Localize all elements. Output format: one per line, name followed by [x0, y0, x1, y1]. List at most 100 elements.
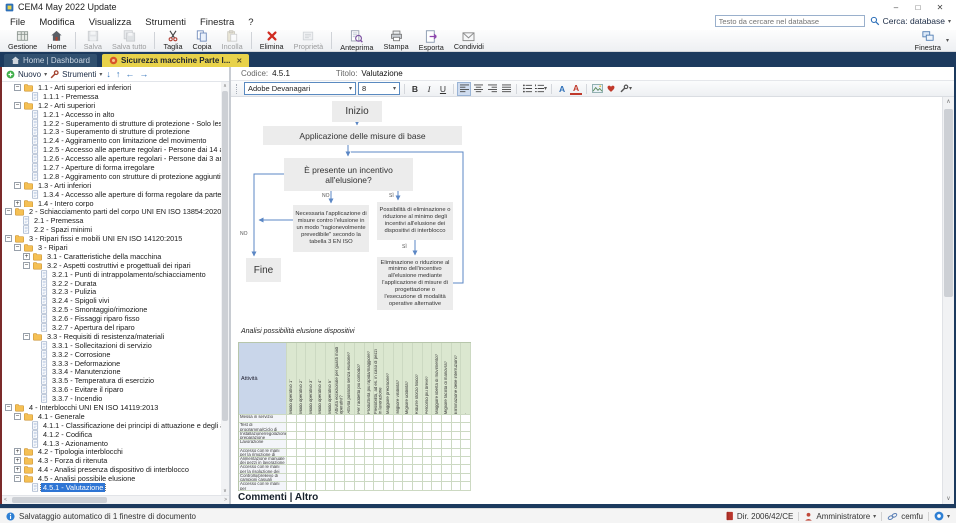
menu-item-modifica[interactable]: Modifica — [32, 15, 81, 30]
toolbar-button-gestione[interactable]: Gestione — [3, 30, 42, 51]
highlight-color-button[interactable]: A — [570, 83, 582, 95]
tab-sicurezza-macchine-parte-i[interactable]: Sicurezza macchine Parte I... ✕ — [102, 54, 249, 67]
bold-button[interactable]: B — [409, 83, 421, 95]
menu-item-strumenti[interactable]: Strumenti — [138, 15, 193, 30]
tree-item[interactable]: 2.2 - Spazi minimi — [2, 225, 221, 234]
toolbar-button-copia[interactable]: Copia — [188, 30, 217, 51]
menu-item-finestra[interactable]: Finestra — [193, 15, 241, 30]
tree-item[interactable]: 1.3.4 - Accesso alle aperture di forma r… — [2, 190, 221, 199]
tree-item[interactable]: 4.1.3 - Azionamento — [2, 439, 221, 448]
scroll-up-icon[interactable]: ∧ — [943, 98, 954, 106]
insert-symbol-button[interactable] — [605, 83, 617, 95]
tree-item[interactable]: 1.2.6 - Accesso alle aperture regolari -… — [2, 154, 221, 163]
tree-item[interactable]: 3.2.3 - Pulizia — [2, 287, 221, 296]
font-size-select[interactable]: 8 ▾ — [358, 82, 400, 95]
move-left-button[interactable]: ← — [124, 69, 135, 79]
font-color-button[interactable]: A — [556, 83, 568, 95]
tree-item[interactable]: + 4.3 - Forza di ritenuta — [2, 456, 221, 465]
tree-item[interactable]: + 3.1 - Caratteristiche della macchina — [2, 252, 221, 261]
tree-item[interactable]: − 4 - Interblocchi UNI EN ISO 14119:2013 — [2, 403, 221, 412]
tree-item[interactable]: 4.1.1 - Classificazione dei principi di … — [2, 421, 221, 430]
expand-icon[interactable]: + — [14, 457, 21, 464]
scroll-left-icon[interactable]: < — [4, 496, 7, 504]
tree-item[interactable]: 1.2.8 - Aggiramento con strutture di pro… — [2, 172, 221, 181]
expand-icon[interactable]: + — [23, 253, 30, 260]
move-up-button[interactable]: ↑ — [115, 69, 122, 79]
collapse-icon[interactable]: − — [14, 413, 21, 420]
bullet-list-button[interactable] — [521, 83, 533, 95]
tree-item[interactable]: − 1.2 - Arti superiori — [2, 101, 221, 110]
tree-item[interactable]: 1.1.1 - Premessa — [2, 92, 221, 101]
toolbar-button-anteprima[interactable]: Anteprima — [335, 30, 378, 51]
tree-item[interactable]: 1.2.4 - Aggiramento con limitazione del … — [2, 136, 221, 145]
tree-item[interactable]: 3.2.7 - Apertura del riparo — [2, 323, 221, 332]
expand-icon[interactable]: + — [14, 200, 21, 207]
underline-button[interactable]: U — [437, 83, 449, 95]
directive-indicator[interactable]: Dir. 2006/42/CE — [725, 511, 793, 521]
tab-close-icon[interactable]: ✕ — [236, 57, 242, 65]
tree-item[interactable]: 3.3.1 - Sollecitazioni di servizio — [2, 341, 221, 350]
collapse-icon[interactable]: − — [23, 262, 30, 269]
tree-vertical-scrollbar[interactable]: ∧ ∨ — [221, 82, 229, 495]
tree-item[interactable]: − 1.1 - Arti superiori ed inferiori — [2, 83, 221, 92]
tree-item[interactable]: + 4.2 - Tipologia interblocchi — [2, 448, 221, 457]
tree-item[interactable]: 1.2.1 - Accesso in alto — [2, 110, 221, 119]
scroll-down-icon[interactable]: ∨ — [943, 495, 954, 503]
tree-item[interactable]: 3.3.5 - Temperatura di esercizio — [2, 376, 221, 385]
tree-item[interactable]: 3.3.3 - Deformazione — [2, 359, 221, 368]
tree-item[interactable]: − 3 - Ripari — [2, 243, 221, 252]
tree-item[interactable]: − 3 - Ripari fissi e mobili UNI EN ISO 1… — [2, 234, 221, 243]
tree-item[interactable]: 3.2.1 - Punti di intrappolamento/schiacc… — [2, 270, 221, 279]
toolbar-button-finestra[interactable]: Finestra — [910, 30, 946, 52]
toolbar-button-condividi[interactable]: Condividi — [449, 30, 489, 51]
italic-button[interactable]: I — [423, 83, 435, 95]
database-search-input[interactable] — [715, 15, 865, 27]
collapse-icon[interactable]: − — [14, 84, 21, 91]
tree-item[interactable]: − 4.5 - Analisi possibile elusione — [2, 474, 221, 483]
move-down-button[interactable]: ↓ — [105, 69, 112, 79]
align-right-button[interactable] — [486, 83, 498, 95]
tab-home-dashboard[interactable]: Home | Dashboard — [4, 54, 97, 67]
tree-item[interactable]: 1.2.5 - Accesso alle aperture regolari -… — [2, 145, 221, 154]
tree-scrollbar-thumb[interactable] — [222, 91, 228, 421]
document-scrollbar-thumb[interactable] — [944, 109, 953, 297]
numbered-list-button[interactable]: ▾ — [535, 83, 547, 95]
tree-item[interactable]: 4.1.2 - Codifica — [2, 430, 221, 439]
tree-item[interactable]: 3.2.2 - Durata — [2, 279, 221, 288]
collapse-icon[interactable]: − — [14, 182, 21, 189]
user-menu[interactable]: Amministratore ▾ — [804, 512, 876, 521]
tree-item[interactable]: 3.3.7 - Incendio — [2, 394, 221, 403]
tree-item[interactable]: 1.2.3 - Superamento di strutture di prot… — [2, 127, 221, 136]
font-family-select[interactable]: Adobe Devanagari ▾ — [244, 82, 356, 95]
tree-item[interactable]: − 2 - Schiacciamento parti del corpo UNI… — [2, 207, 221, 216]
menu-item-visualizza[interactable]: Visualizza — [82, 15, 139, 30]
align-center-button[interactable] — [472, 83, 484, 95]
tree-item[interactable]: 1.2.7 - Aperture di forma irregolare — [2, 163, 221, 172]
tree-item[interactable]: 3.3.4 - Manutenzione — [2, 368, 221, 377]
toolbar-button-elimina[interactable]: Elimina — [255, 30, 289, 51]
document-vertical-scrollbar[interactable]: ∧ ∨ — [942, 97, 954, 504]
toolbar-button-stampa[interactable]: Stampa — [379, 30, 414, 51]
insert-image-button[interactable] — [591, 83, 603, 95]
search-database-button[interactable]: Cerca: database ▾ — [870, 16, 951, 26]
tree-item[interactable]: 3.3.2 - Corrosione — [2, 350, 221, 359]
move-right-button[interactable]: → — [138, 69, 149, 79]
toolbar-button-taglia[interactable]: Taglia — [158, 30, 187, 51]
menu-item-file[interactable]: File — [3, 15, 32, 30]
tree-item[interactable]: 1.2.2 - Superamento di strutture di prot… — [2, 119, 221, 128]
tree-item[interactable]: 4.5.1 - Valutazione — [2, 483, 221, 492]
tree-hscrollbar-thumb[interactable] — [12, 497, 107, 503]
maximize-button[interactable]: □ — [907, 1, 929, 14]
toolbar-button-home[interactable]: Home — [42, 30, 71, 51]
tree-item[interactable]: 3.2.4 - Spigoli vivi — [2, 296, 221, 305]
collapse-icon[interactable]: − — [14, 244, 21, 251]
tree-item[interactable]: + 1.4 - Intero corpo — [2, 199, 221, 208]
tree-item[interactable]: − 1.3 - Arti inferiori — [2, 181, 221, 190]
minimize-button[interactable]: – — [885, 1, 907, 14]
collapse-icon[interactable]: − — [5, 404, 12, 411]
toolbar-grip[interactable] — [236, 84, 240, 94]
connection-indicator[interactable]: cemfu — [887, 512, 923, 521]
scroll-right-icon[interactable]: > — [224, 496, 227, 504]
new-button[interactable]: Nuovo — [18, 70, 41, 79]
expand-icon[interactable]: + — [14, 448, 21, 455]
